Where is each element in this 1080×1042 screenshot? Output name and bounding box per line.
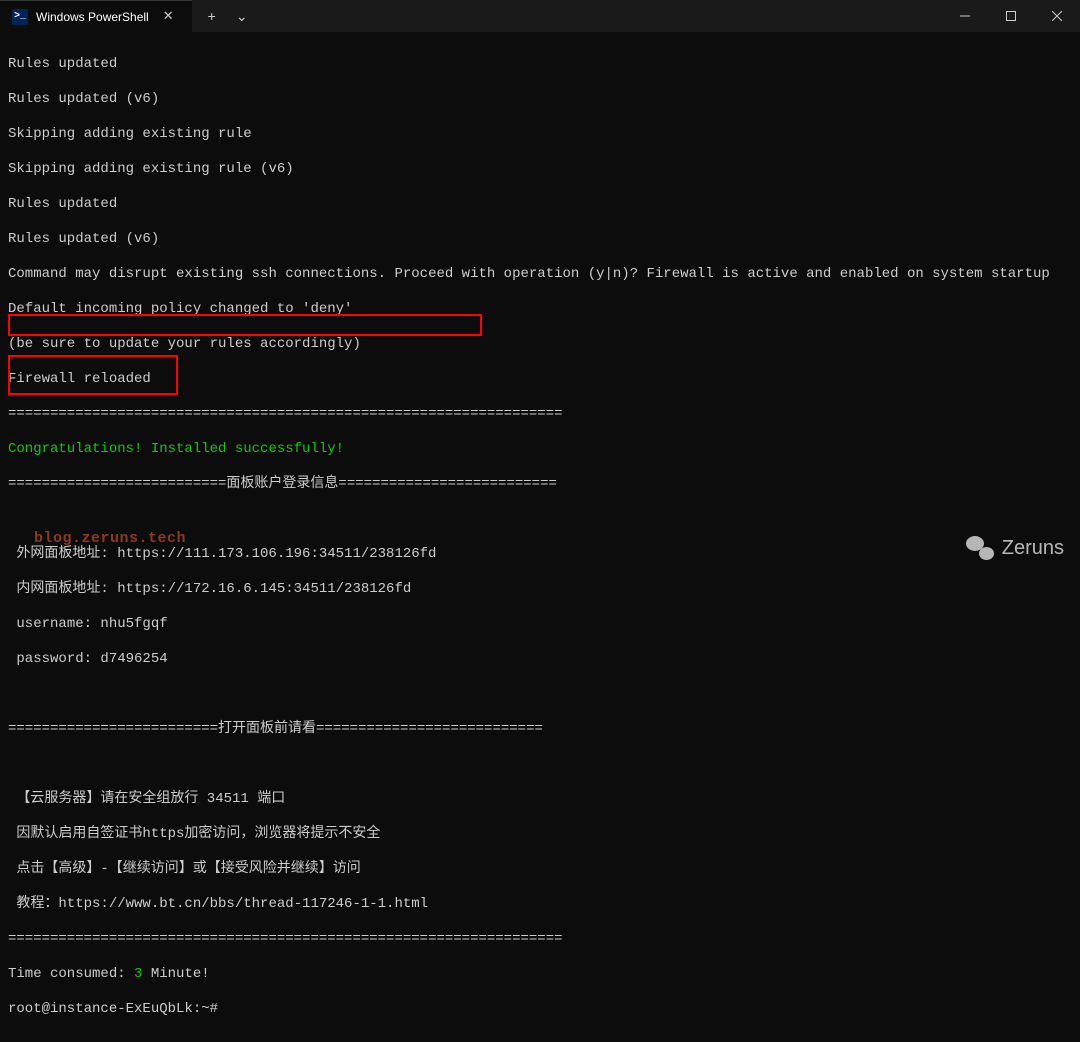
output-line: (be sure to update your rules accordingl… <box>8 336 1072 354</box>
output-line: Command may disrupt existing ssh connect… <box>8 266 1072 284</box>
wechat-icon <box>966 536 994 560</box>
tab-dropdown-button[interactable]: ⌄ <box>228 4 256 29</box>
notice-line: 教程：https://www.bt.cn/bbs/thread-117246-1… <box>8 896 1072 914</box>
output-line: Skipping adding existing rule <box>8 126 1072 144</box>
output-line: Skipping adding existing rule (v6) <box>8 161 1072 179</box>
separator: =========================打开面板前请看========… <box>8 721 1072 739</box>
new-tab-button[interactable]: + <box>200 4 224 28</box>
minimize-button[interactable] <box>942 0 988 32</box>
external-panel-url: 外网面板地址: https://111.173.106.196:34511/23… <box>8 546 1072 564</box>
tab-title: Windows PowerShell <box>36 10 149 24</box>
success-message: Congratulations! Installed successfully! <box>8 441 1072 459</box>
notice-line: 因默认启用自签证书https加密访问，浏览器将提示不安全 <box>8 826 1072 844</box>
tab-close-button[interactable]: ✕ <box>157 7 180 26</box>
powershell-icon: >_ <box>12 9 28 25</box>
internal-panel-url: 内网面板地址: https://172.16.6.145:34511/23812… <box>8 581 1072 599</box>
output-line: Firewall reloaded <box>8 371 1072 389</box>
titlebar: >_ Windows PowerShell ✕ + ⌄ <box>0 0 1080 32</box>
output-line: Rules updated <box>8 196 1072 214</box>
watermark: Zeruns <box>966 536 1064 560</box>
tab-powershell[interactable]: >_ Windows PowerShell ✕ <box>0 0 192 32</box>
separator: ==========================面板账户登录信息======… <box>8 476 1072 494</box>
window-controls <box>942 0 1080 32</box>
maximize-button[interactable] <box>988 0 1034 32</box>
output-line: Default incoming policy changed to 'deny… <box>8 301 1072 319</box>
output-line: Rules updated <box>8 56 1072 74</box>
separator: ========================================… <box>8 931 1072 949</box>
terminal-output[interactable]: Rules updated Rules updated (v6) Skippin… <box>0 32 1080 1042</box>
time-consumed-line: Time consumed: 3 Minute! <box>8 966 1072 984</box>
blank-line <box>8 686 1072 704</box>
notice-line: 【云服务器】请在安全组放行 34511 端口 <box>8 791 1072 809</box>
blank-line <box>8 511 1072 529</box>
output-line: Rules updated (v6) <box>8 231 1072 249</box>
tab-actions: + ⌄ <box>192 4 264 29</box>
separator: ========================================… <box>8 406 1072 424</box>
watermark-text: Zeruns <box>1002 537 1064 560</box>
notice-line: 点击【高级】-【继续访问】或【接受风险并继续】访问 <box>8 861 1072 879</box>
username-line: username: nhu5fgqf <box>8 616 1072 634</box>
password-line: password: d7496254 <box>8 651 1072 669</box>
close-button[interactable] <box>1034 0 1080 32</box>
output-line: Rules updated (v6) <box>8 91 1072 109</box>
blank-line <box>8 756 1072 774</box>
prompt-line[interactable]: root@instance-ExEuQbLk:~# <box>8 1001 1072 1019</box>
